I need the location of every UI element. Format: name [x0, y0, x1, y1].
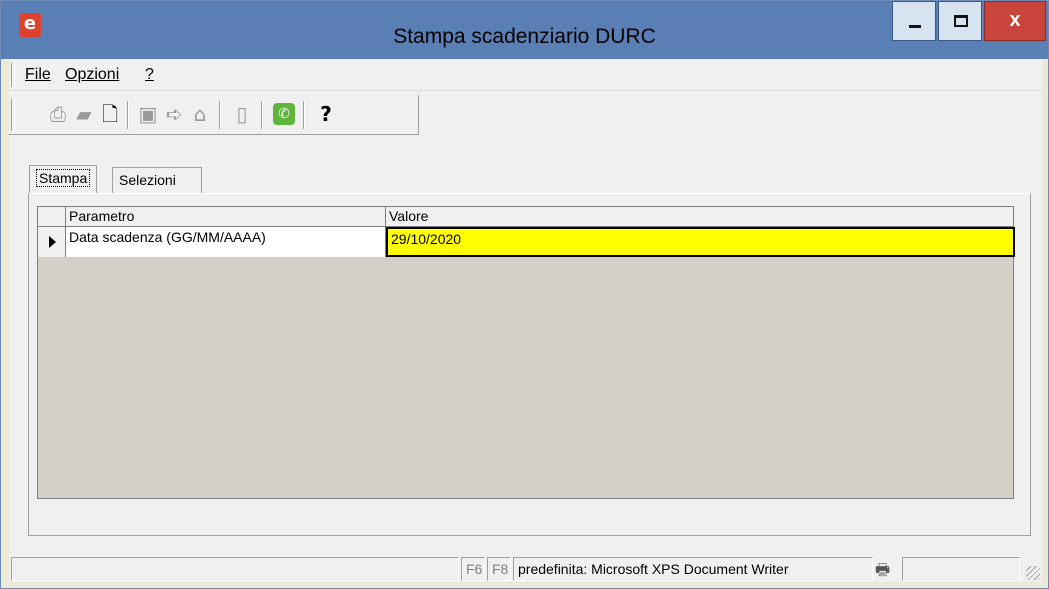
toolbar-separator — [127, 101, 129, 129]
minimize-button[interactable] — [892, 1, 936, 41]
status-spare-panel — [902, 557, 1020, 581]
cell-parametro[interactable]: Data scadenza (GG/MM/AAAA) — [66, 227, 386, 257]
close-button[interactable]: x — [984, 1, 1046, 41]
status-f6: F6 — [461, 557, 485, 581]
grid-header: Parametro Valore — [38, 207, 1013, 227]
grid-header-indicator — [38, 207, 66, 227]
application-window: e Stampa scadenziario DURC x File Opzion… — [0, 0, 1049, 589]
size-grip[interactable] — [1026, 566, 1040, 580]
send-icon[interactable]: ➪ — [163, 103, 185, 125]
print-setup-icon[interactable]: ▰ — [73, 103, 95, 125]
maximize-button[interactable] — [938, 1, 982, 41]
tab-stampa[interactable]: Stampa — [29, 165, 98, 195]
print-preview-icon[interactable]: 🗋 — [99, 103, 121, 125]
tab-selezioni-label: Selezioni — [119, 172, 176, 188]
row-indicator[interactable] — [38, 227, 66, 257]
status-main-panel — [11, 557, 459, 581]
export-icon[interactable]: ▣ — [137, 103, 159, 125]
toolbar-separator — [219, 101, 221, 129]
help-icon[interactable]: ? — [315, 103, 337, 125]
table-row[interactable]: Data scadenza (GG/MM/AAAA) 29/10/2020 — [38, 227, 1015, 257]
print-icon[interactable]: ⎙ — [47, 103, 69, 125]
menu-opzioni-label: Opzioni — [65, 66, 120, 83]
window-title: Stampa scadenziario DURC — [393, 25, 656, 48]
cell-valore[interactable]: 29/10/2020 — [386, 227, 1015, 257]
tab-selezioni[interactable]: Selezioni — [112, 167, 202, 193]
archive-icon[interactable]: ⌂ — [189, 103, 211, 125]
status-bar: F6 F8 predefinita: Microsoft XPS Documen… — [9, 555, 1042, 582]
copy-icon[interactable]: ▯ — [231, 103, 253, 125]
menu-bar: File Opzioni ? — [9, 59, 1042, 91]
title-bar[interactable]: e Stampa scadenziario DURC x — [1, 1, 1048, 59]
current-row-arrow-icon — [49, 236, 56, 248]
toolbar-separator — [303, 101, 305, 129]
menu-help[interactable]: ? — [145, 66, 154, 84]
menubar-grip[interactable] — [11, 63, 15, 87]
toolbar: ⎙ ▰ 🗋 ▣ ➪ ⌂ ▯ ✆ ? — [9, 95, 419, 135]
minimize-icon — [909, 25, 921, 28]
printer-icon[interactable]: 🖶 — [875, 559, 899, 579]
menu-opzioni[interactable]: Opzioni — [65, 66, 119, 84]
tab-panel-stampa: Parametro Valore Data scadenza (GG/MM/AA… — [28, 193, 1031, 536]
grid-header-parametro[interactable]: Parametro — [66, 207, 386, 227]
maximize-icon — [954, 15, 968, 27]
status-f8: F8 — [487, 557, 511, 581]
tab-stampa-label: Stampa — [36, 169, 91, 187]
client-area: File Opzioni ? ⎙ ▰ 🗋 ▣ ➪ ⌂ ▯ ✆ ? Stampa … — [9, 59, 1042, 582]
toolbar-separator — [261, 101, 263, 129]
parameters-grid[interactable]: Parametro Valore Data scadenza (GG/MM/AA… — [37, 206, 1015, 499]
menu-file[interactable]: File — [25, 66, 51, 84]
close-icon: x — [1009, 9, 1021, 31]
status-printer: predefinita: Microsoft XPS Document Writ… — [513, 557, 873, 581]
menu-file-label: File — [25, 66, 51, 83]
phone-icon[interactable]: ✆ — [273, 103, 295, 125]
toolbar-grip[interactable] — [11, 99, 15, 131]
grid-header-valore[interactable]: Valore — [386, 207, 1015, 227]
menu-help-label: ? — [145, 66, 154, 83]
